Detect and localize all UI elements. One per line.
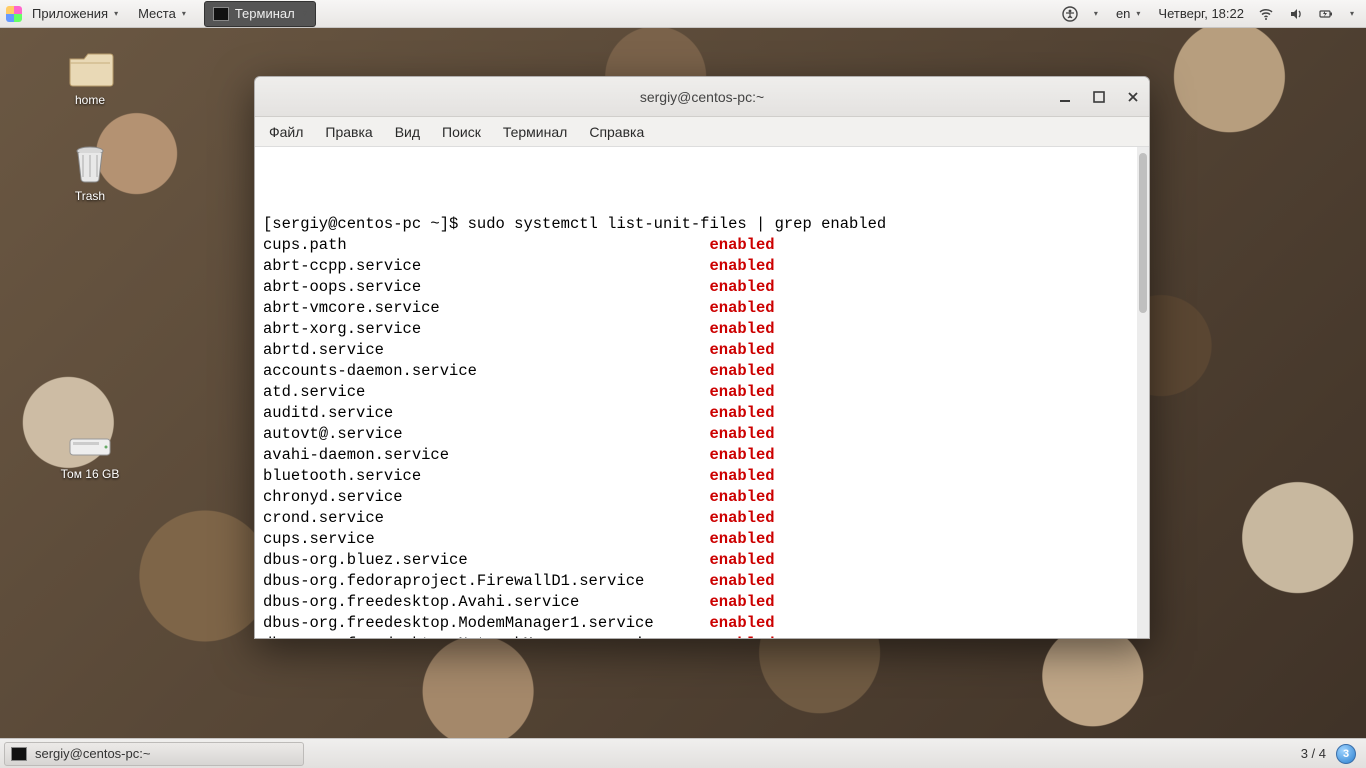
battery-icon[interactable] [1318, 6, 1334, 22]
desktop-icon-volume[interactable]: Том 16 GB [50, 431, 130, 481]
chevron-down-icon: ▾ [1136, 9, 1140, 18]
keyboard-layout-indicator[interactable]: en ▾ [1112, 0, 1144, 28]
clock[interactable]: Четверг, 18:22 [1158, 6, 1244, 21]
trash-icon [66, 141, 114, 185]
menu-edit[interactable]: Правка [321, 122, 376, 142]
places-menu[interactable]: Места ▾ [128, 0, 196, 28]
menu-search[interactable]: Поиск [438, 122, 485, 142]
window-maximize-button[interactable] [1091, 89, 1107, 105]
places-menu-label: Места [138, 6, 176, 21]
terminal-icon [11, 747, 27, 761]
bottom-panel: sergiy@centos-pc:~ 3 / 4 3 [0, 738, 1366, 768]
terminal-icon [213, 7, 229, 21]
keyboard-layout-label: en [1116, 6, 1130, 21]
taskbar-task-terminal[interactable]: sergiy@centos-pc:~ [4, 742, 304, 766]
running-app-label: Терминал [235, 6, 295, 21]
chevron-down-icon: ▾ [182, 9, 186, 18]
window-titlebar[interactable]: sergiy@centos-pc:~ [255, 77, 1149, 117]
menu-help[interactable]: Справка [585, 122, 648, 142]
terminal-scrollbar[interactable] [1137, 147, 1149, 638]
applications-menu[interactable]: Приложения ▾ [22, 0, 128, 28]
wifi-icon[interactable] [1258, 6, 1274, 22]
scrollbar-thumb[interactable] [1139, 153, 1147, 313]
terminal-window: sergiy@centos-pc:~ Файл Правка Вид Поиск… [254, 76, 1150, 639]
system-logo-icon [6, 6, 22, 22]
menu-view[interactable]: Вид [391, 122, 424, 142]
folder-home-icon [66, 45, 114, 89]
workspace-indicator[interactable]: 3 / 4 [1301, 746, 1326, 761]
chevron-down-icon: ▾ [1094, 9, 1098, 18]
window-minimize-button[interactable] [1057, 89, 1073, 105]
chevron-down-icon: ▾ [1350, 9, 1354, 18]
desktop-icons: home Trash Том 16 GB [50, 45, 130, 481]
drive-icon [66, 431, 114, 463]
top-panel: Приложения ▾ Места ▾ Терминал ▾ ▾ en ▾ Ч… [0, 0, 1366, 28]
desktop-icon-label: home [50, 93, 130, 107]
desktop-icon-label: Trash [50, 189, 130, 203]
running-app-terminal[interactable]: Терминал ▾ [204, 1, 316, 27]
chevron-down-icon: ▾ [114, 9, 118, 18]
accessibility-icon[interactable] [1062, 6, 1078, 22]
terminal-output[interactable]: [sergiy@centos-pc ~]$ sudo systemctl lis… [255, 147, 1149, 638]
applications-menu-label: Приложения [32, 6, 108, 21]
taskbar-task-label: sergiy@centos-pc:~ [35, 746, 150, 761]
desktop-icon-trash[interactable]: Trash [50, 141, 130, 203]
window-close-button[interactable] [1125, 89, 1141, 105]
desktop-icon-home[interactable]: home [50, 45, 130, 107]
window-title: sergiy@centos-pc:~ [255, 89, 1149, 105]
chevron-down-icon: ▾ [303, 9, 307, 18]
workspace-badge[interactable]: 3 [1336, 744, 1356, 764]
menu-terminal[interactable]: Терминал [499, 122, 571, 142]
volume-icon[interactable] [1288, 6, 1304, 22]
menu-file[interactable]: Файл [265, 122, 307, 142]
terminal-menubar: Файл Правка Вид Поиск Терминал Справка [255, 117, 1149, 147]
desktop-icon-label: Том 16 GB [50, 467, 130, 481]
